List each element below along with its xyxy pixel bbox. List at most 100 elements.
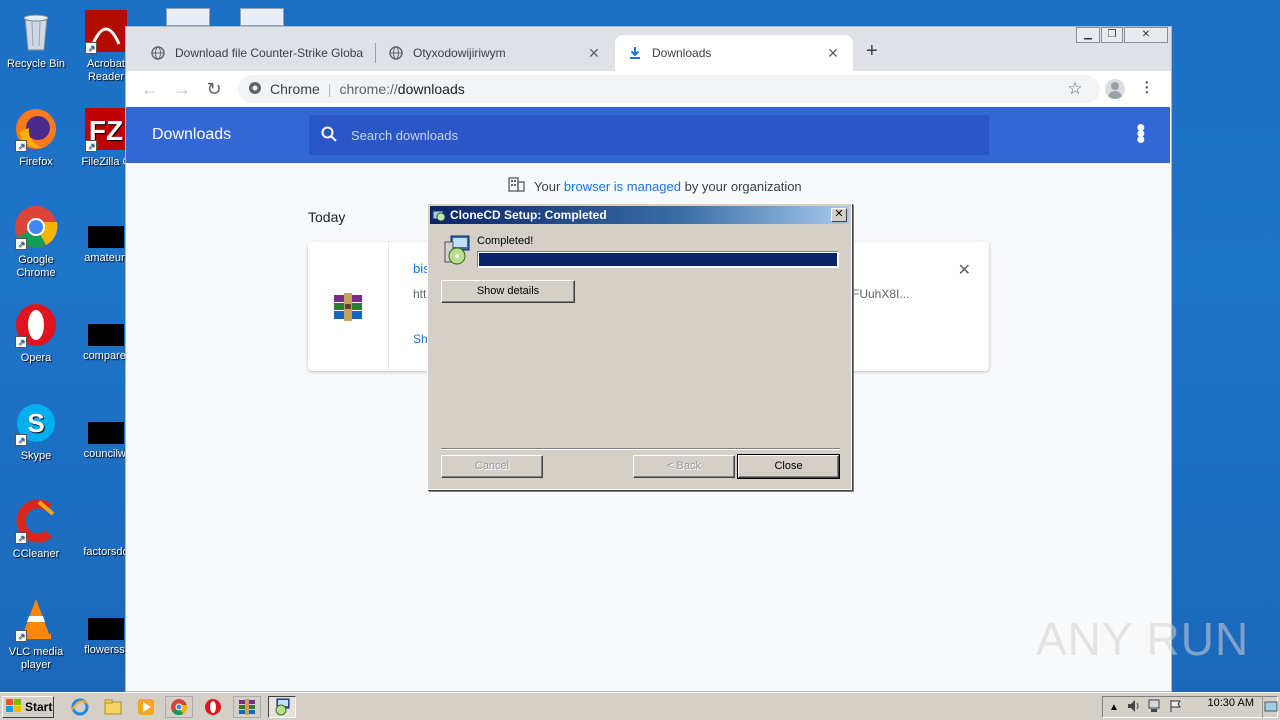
desktop-icon-label: Firefox	[19, 156, 53, 168]
reload-button[interactable]: ↻	[204, 79, 224, 99]
downloads-search-box[interactable]	[309, 115, 989, 155]
tab-strip: Download file Counter-Strike Global O Ot…	[126, 27, 1171, 71]
download-file-icon-column	[308, 242, 389, 371]
firefox-icon: ↗	[13, 106, 59, 152]
desktop-icon-label: FileZilla C	[81, 156, 131, 168]
desktop-icon-label: Google Chrome	[16, 254, 56, 279]
recycle-bin-icon	[13, 8, 59, 54]
desktop-icon-skype[interactable]: S ↗ Skype	[0, 400, 72, 463]
show-in-folder-link[interactable]: Sh	[413, 332, 428, 346]
forward-button[interactable]: →	[172, 79, 192, 99]
desktop-icon-label: Opera	[20, 352, 52, 364]
desktop-icon-ccleaner[interactable]: ↗ CCleaner	[0, 498, 72, 561]
taskbar-opera-icon[interactable]	[199, 696, 227, 718]
taskbar: Start ▲ 10:30 AM	[0, 692, 1280, 720]
progress-fill	[479, 253, 837, 266]
new-tab-button[interactable]: +	[866, 41, 878, 61]
show-hidden-icons-icon[interactable]: ▲	[1109, 702, 1119, 713]
downloads-header: Downloads ●●●	[126, 107, 1170, 163]
desktop-icon-firefox[interactable]: ↗ Firefox	[0, 106, 72, 169]
remove-download-icon[interactable]: ✕	[958, 260, 971, 280]
setup-progress-bar	[477, 251, 839, 268]
search-input[interactable]	[351, 127, 951, 143]
profile-avatar-icon[interactable]	[1105, 79, 1125, 99]
setup-status-icon	[441, 234, 473, 269]
vlc-icon: ↗	[13, 596, 59, 642]
shortcut-arrow-icon: ↗	[15, 336, 27, 348]
acrobat-icon: ↗	[83, 8, 129, 54]
managed-link[interactable]: browser is managed	[564, 179, 681, 194]
desktop-file-icon[interactable]	[166, 8, 210, 26]
taskbar-explorer-icon[interactable]	[99, 696, 127, 718]
clock[interactable]: 10:30 AM	[1208, 697, 1254, 709]
dialog-title: CloneCD Setup: Completed	[450, 208, 607, 222]
opera-icon: ↗	[13, 302, 59, 348]
download-url[interactable]: htt	[413, 287, 426, 301]
managed-prefix: Your	[534, 178, 561, 194]
action-center-flag-icon[interactable]	[1169, 699, 1183, 716]
redacted-file-icon	[88, 520, 124, 542]
tab-close-icon[interactable]: ✕	[825, 45, 841, 62]
tab-title: Download file Counter-Strike Global O	[175, 46, 364, 60]
clonecd-setup-dialog: CloneCD Setup: Completed ✕ Completed! Sh…	[427, 203, 852, 490]
chrome-site-icon	[248, 81, 262, 98]
desktop-file-icon[interactable]	[240, 8, 284, 26]
taskbar-setup-icon[interactable]	[268, 696, 296, 718]
setup-status-text: Completed!	[477, 235, 534, 247]
globe-icon	[388, 45, 404, 61]
skype-icon: S ↗	[13, 400, 59, 446]
maximize-button[interactable]: ❐	[1101, 27, 1123, 43]
tab-counter-strike[interactable]: Download file Counter-Strike Global O	[138, 35, 376, 71]
taskbar-winrar-icon[interactable]	[233, 696, 261, 718]
bookmark-star-icon[interactable]: ☆	[1065, 79, 1085, 99]
close-button[interactable]: Close	[737, 454, 840, 479]
chrome-icon: ↗	[13, 204, 59, 250]
cancel-button[interactable]: Cancel	[441, 455, 543, 478]
dialog-title-bar[interactable]: CloneCD Setup: Completed ✕	[430, 206, 849, 224]
start-button[interactable]: Start	[2, 696, 54, 718]
desktop-icon-label: flowersst	[84, 644, 128, 656]
tab-downloads[interactable]: Downloads ✕	[615, 35, 853, 71]
shortcut-arrow-icon: ↗	[15, 532, 27, 544]
desktop-icon-label: Acrobat Reader	[87, 58, 125, 83]
shortcut-arrow-icon: ↗	[85, 42, 97, 54]
desktop-icon-recycle-bin[interactable]: Recycle Bin	[0, 8, 72, 71]
dialog-close-icon[interactable]: ✕	[831, 208, 847, 222]
downloads-more-menu-icon[interactable]: ● ● ●	[1136, 120, 1146, 148]
taskbar-ie-icon[interactable]	[66, 696, 94, 718]
svg-text:S: S	[27, 408, 44, 438]
tab-close-icon[interactable]: ✕	[586, 45, 602, 62]
winrar-archive-icon	[332, 291, 364, 326]
taskbar-chrome-icon[interactable]	[165, 696, 193, 718]
browser-toolbar: ← → ↻ Chrome | chrome://downloads ☆ ● ● ●	[126, 71, 1171, 107]
desktop-icon-label: VLC media player	[8, 646, 64, 671]
back-button[interactable]: ←	[140, 79, 160, 99]
volume-icon[interactable]	[1127, 699, 1141, 716]
desktop-icon-vlc[interactable]: ↗ VLC media player	[0, 596, 72, 672]
address-bar[interactable]: Chrome | chrome://downloads	[238, 75, 1100, 103]
taskbar-media-player-icon[interactable]	[132, 696, 160, 718]
show-details-button[interactable]: Show details	[441, 280, 575, 303]
chrome-menu-icon[interactable]: ● ● ●	[1145, 80, 1149, 96]
redacted-file-icon	[88, 618, 124, 640]
url-scheme: chrome://	[339, 81, 398, 97]
download-url-tail: FUuhX8I...	[852, 287, 910, 301]
back-button[interactable]: < Back	[633, 455, 735, 478]
desktop-icon-label: Recycle Bin	[6, 58, 66, 70]
downloads-title: Downloads	[152, 126, 232, 143]
show-desktop-button[interactable]	[1262, 696, 1278, 718]
window-close-button[interactable]: ✕	[1124, 27, 1168, 43]
anyrun-watermark: ANY RUN	[1036, 613, 1250, 665]
desktop-icon-opera[interactable]: ↗ Opera	[0, 302, 72, 365]
tab-otyxodowijiriwym[interactable]: Otyxodowijiriwym ✕	[376, 35, 614, 71]
shortcut-arrow-icon: ↗	[15, 238, 27, 250]
minimize-button[interactable]: ▁	[1076, 27, 1100, 43]
site-label: Chrome	[270, 81, 320, 97]
network-icon[interactable]	[1147, 699, 1163, 716]
desktop-icon-google-chrome[interactable]: ↗ Google Chrome	[0, 204, 72, 280]
start-label: Start	[25, 700, 53, 714]
redacted-file-icon	[88, 226, 124, 248]
desktop-icon-label: CCleaner	[12, 548, 60, 560]
installer-icon	[432, 208, 446, 222]
shortcut-arrow-icon: ↗	[15, 434, 27, 446]
